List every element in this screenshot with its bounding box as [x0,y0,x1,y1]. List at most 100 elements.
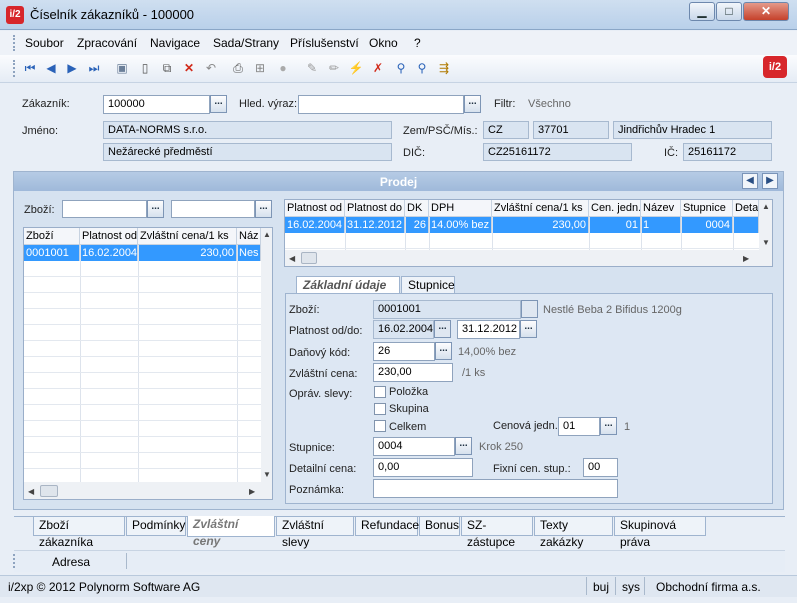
left-col-platnost[interactable]: Platnost od [80,228,138,245]
hled-input[interactable] [298,95,464,114]
next-record-icon[interactable]: ▶ [64,60,80,76]
cen-jedn-lookup[interactable]: ... [600,417,617,435]
clear-filter-icon[interactable]: ✗ [370,60,386,76]
detail-detailni-input[interactable]: 0,00 [373,458,473,477]
detail-fixni-input[interactable]: 00 [583,458,618,477]
detail-fixni-label: Fixní cen. stup.: [493,463,571,475]
zakaznik-input[interactable]: 100000 [103,95,210,114]
detail-danovy-lookup[interactable]: ... [435,342,452,360]
search-icon[interactable]: ⚲ [393,60,409,76]
tab-stupnice[interactable]: Stupnice [401,276,455,294]
table-row[interactable]: 0001001 16.02.2004 230,00 Nes [24,245,261,261]
right-col-platnost-od[interactable]: Platnost od [285,200,345,217]
left-col-nazev[interactable]: Náz [237,228,261,245]
detail-danovy-input[interactable]: 26 [373,342,435,361]
tab-texty-zakazky[interactable]: Texty zakázky [534,517,613,549]
panel-header: Prodej ◀ ▶ [14,172,783,191]
right-col-dk[interactable]: DK [405,200,429,217]
last-record-icon[interactable]: ⏭ [86,60,102,76]
undo-icon[interactable]: ↶ [203,60,219,76]
menu-soubor[interactable]: Soubor [25,36,64,50]
left-col-zbozi[interactable]: Zboží [24,228,80,245]
detail-zbozi-label: Zboží: [289,304,320,316]
detail-stupnice-lookup[interactable]: ... [455,437,472,455]
prev-record-icon[interactable]: ◀ [43,60,59,76]
delete-icon[interactable]: ✕ [181,60,197,76]
minimize-button[interactable]: ▁ [689,2,715,21]
tab-skupinova-prava[interactable]: Skupinová práva [614,517,706,549]
left-grid-vscroll[interactable]: ▲ ▼ [261,228,272,482]
checkbox-skupina[interactable] [374,403,386,415]
hled-lookup-button[interactable]: ... [464,95,481,113]
menu-okno[interactable]: Okno [369,36,398,50]
copy-icon[interactable]: ⧉ [159,60,175,76]
right-col-detail[interactable]: Deta [733,200,759,217]
menu-help[interactable]: ? [414,36,421,50]
status-sep-1 [586,577,587,595]
right-col-cena[interactable]: Zvláštní cena/1 ks [492,200,589,217]
panel-next-button[interactable]: ▶ [762,173,778,189]
right-col-dph[interactable]: DPH [429,200,492,217]
zakaznik-lookup-button[interactable]: ... [210,95,227,113]
cell-dph: 14.00% bez [429,217,492,233]
close-button[interactable]: ✕ [743,2,789,21]
right-grid-hscroll[interactable]: ◀ ▶ [285,250,772,266]
menu-sada-strany[interactable]: Sada/Strany [213,36,279,50]
checkbox-celkem[interactable] [374,420,386,432]
export-icon[interactable]: ⇶ [436,60,452,76]
detail-stupnice-input[interactable]: 0004 [373,437,455,456]
tab-zvlastni-slevy[interactable]: Zvláštní slevy [276,517,354,549]
tab-bonus[interactable]: Bonus [419,517,460,536]
cell-dk: 26 [405,217,429,233]
tab-zvlastni-ceny[interactable]: Zvláštní ceny [187,516,275,548]
left-col-cena[interactable]: Zvláštní cena/1 ks [138,228,237,245]
detail-zbozi-lookup[interactable] [521,300,538,318]
zbozi-search-input[interactable] [62,200,147,218]
detail-platnost-do-lookup[interactable]: ... [520,320,537,338]
adresa-button[interactable]: Adresa [52,555,90,569]
detail-platnost-od-lookup[interactable]: ... [434,320,451,338]
menu-zpracovani[interactable]: Zpracování [77,36,137,50]
disabled-icon[interactable]: ● [275,60,291,76]
right-grid-vscroll[interactable]: ▲ ▼ [759,200,772,250]
status-firm: Obchodní firma a.s. [656,580,761,594]
app-logo: i/2 [6,6,24,24]
pencil-icon[interactable]: ✏ [326,60,342,76]
checkbox-polozka[interactable] [374,386,386,398]
status-sep-3 [644,577,645,595]
menu-navigace[interactable]: Navigace [150,36,200,50]
detail-platnost-do[interactable]: 31.12.2012 [457,320,520,339]
jmeno2-field: Nežárecké předměstí [103,143,392,161]
new-icon[interactable]: ▯ [137,60,153,76]
edit-icon[interactable]: ✎ [304,60,320,76]
print-icon[interactable]: ⎙ [230,60,246,76]
save-icon[interactable]: ▣ [114,60,130,76]
detail-poznamka-input[interactable] [373,479,618,498]
zbozi-search-lookup-2[interactable]: ... [255,200,272,218]
right-col-nazev[interactable]: Název [641,200,681,217]
right-col-platnost-do[interactable]: Platnost do [345,200,405,217]
tab-refundace[interactable]: Refundace [355,517,419,536]
cen-jedn-input[interactable]: 01 [558,417,600,436]
maximize-button[interactable]: □ [716,2,742,21]
filter-icon[interactable]: ⚡ [348,60,364,76]
tab-zbozi-zakaznika[interactable]: Zboží zákazníka [33,517,125,549]
tree-icon[interactable]: ⊞ [252,60,268,76]
window-title: Číselník zákazníků - 100000 [30,7,195,22]
tab-podminky[interactable]: Podmínky [126,517,186,536]
zbozi-search-lookup[interactable]: ... [147,200,164,218]
cell-stupnice: 0004 [681,217,733,233]
right-col-stupnice[interactable]: Stupnice [681,200,733,217]
find-next-icon[interactable]: ⚲ [414,60,430,76]
table-row[interactable]: 16.02.2004 31.12.2012 26 14.00% bez 230,… [285,217,759,233]
left-grid-hscroll[interactable]: ◀ ▶ [24,482,272,499]
first-record-icon[interactable]: ⏮ [22,60,38,76]
menu-prislusenstvi[interactable]: Příslušenství [290,36,359,50]
right-col-cen-jedn[interactable]: Cen. jedn. [589,200,641,217]
panel-prev-button[interactable]: ◀ [742,173,758,189]
zbozi-search-input-2[interactable] [171,200,255,218]
tab-zakladni-udaje[interactable]: Základní údaje [296,276,400,294]
detail-cena-input[interactable]: 230,00 [373,363,453,382]
celkem-label: Celkem [389,421,427,433]
tab-sz-zastupce[interactable]: SZ-zástupce [461,517,533,549]
